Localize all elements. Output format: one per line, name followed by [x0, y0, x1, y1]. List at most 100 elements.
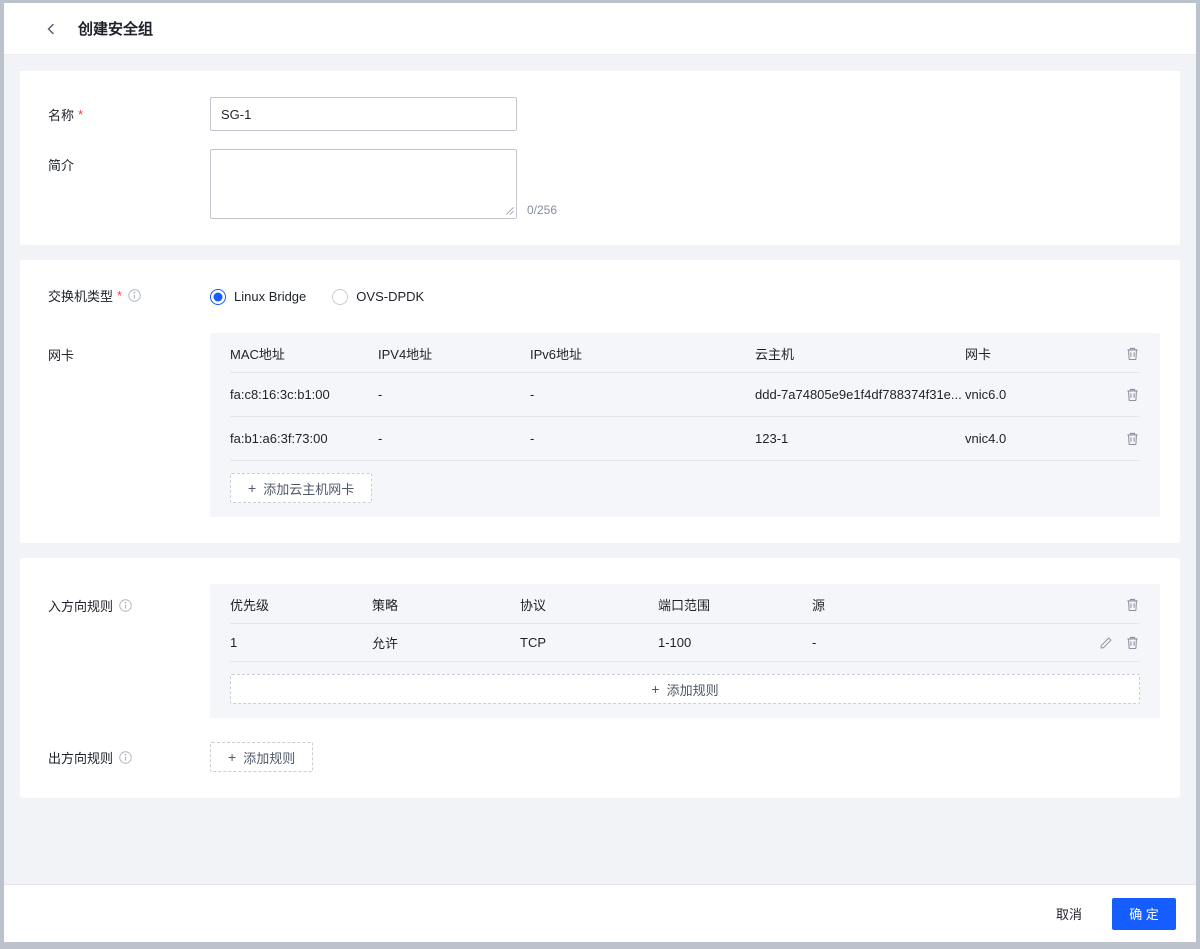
header-actions: [1080, 597, 1140, 612]
outbound-label-group: 出方向规则: [48, 748, 210, 767]
name-field-row: 名称 *: [48, 97, 1160, 131]
page-header: 创建安全组: [4, 3, 1196, 55]
outbound-rules-row: 出方向规则 + 添加规则: [48, 742, 1160, 772]
add-rule-label: 添加规则: [243, 750, 296, 766]
description-field-row: 简介 0/256: [48, 149, 1160, 219]
nic-cell: vnic6.0: [965, 387, 1007, 402]
info-icon: [119, 599, 132, 612]
description-label: 简介: [48, 158, 75, 173]
delete-row-button[interactable]: [1125, 431, 1140, 446]
policy-cell: 允许: [372, 636, 399, 651]
ipv6-cell: -: [530, 431, 535, 446]
plus-icon: +: [651, 681, 660, 697]
pencil-icon: [1100, 637, 1112, 649]
delete-rule-button[interactable]: [1125, 635, 1140, 650]
rules-panel: 入方向规则 优先级 策略 协议 端口范围 源 1 允许 TCP 1-100 - …: [20, 558, 1180, 798]
column-header: 协议: [520, 598, 547, 613]
switch-type-radio-group: Linux Bridge OVS-DPDK: [210, 287, 424, 305]
protocol-cell: TCP: [520, 635, 546, 650]
mac-cell: fa:b1:a6:3f:73:00: [230, 431, 328, 446]
table-row: fa:b1:a6:3f:73:00 - - 123-1 vnic4.0: [230, 417, 1140, 461]
radio-ovs-dpdk[interactable]: OVS-DPDK: [332, 288, 425, 305]
column-header: 策略: [372, 598, 399, 613]
nic-table-header: MAC地址 IPV4地址 IPv6地址 云主机 网卡: [230, 335, 1140, 373]
nic-cell: vnic4.0: [965, 431, 1007, 446]
row-actions: [1110, 387, 1140, 402]
radio-icon: [210, 288, 226, 305]
nic-label: 网卡: [48, 348, 75, 363]
network-panel: 交换机类型 * Linux Bridge OVS-DPDK 网卡 MAC地址 I…: [20, 260, 1180, 543]
radio-icon: [332, 288, 349, 305]
column-header: MAC地址: [230, 347, 285, 362]
column-header: 优先级: [230, 598, 270, 613]
add-rule-label: 添加规则: [666, 682, 719, 698]
inbound-rules-label: 入方向规则: [48, 599, 114, 614]
name-label-group: 名称 *: [48, 105, 210, 124]
row-actions: [1110, 431, 1140, 446]
name-label: 名称: [48, 107, 75, 123]
column-header: 云主机: [755, 347, 795, 362]
inbound-rules-row: 入方向规则 优先级 策略 协议 端口范围 源 1 允许 TCP 1-100 - …: [48, 584, 1160, 718]
radio-label: OVS-DPDK: [356, 289, 425, 304]
info-icon: [119, 750, 132, 764]
chevron-left-icon: [47, 23, 54, 34]
port-range-cell: 1-100: [658, 635, 692, 650]
trash-icon: [1127, 388, 1138, 402]
trash-icon: [1127, 598, 1138, 612]
column-header: IPv6地址: [530, 347, 583, 362]
page-title: 创建安全组: [78, 21, 154, 38]
inbound-label-group: 入方向规则: [48, 584, 210, 615]
column-header: 端口范围: [658, 598, 711, 613]
outbound-rules-label: 出方向规则: [48, 750, 114, 766]
radio-linux-bridge[interactable]: Linux Bridge: [210, 288, 307, 305]
ipv4-cell: -: [378, 387, 383, 402]
char-counter: 0/256: [527, 203, 558, 217]
delete-row-button[interactable]: [1125, 387, 1140, 402]
plus-icon: +: [248, 480, 257, 496]
rules-table-header: 优先级 策略 协议 端口范围 源: [230, 586, 1140, 624]
confirm-button[interactable]: 确 定: [1112, 897, 1176, 930]
ipv4-cell: -: [378, 431, 383, 446]
cancel-button[interactable]: 取消: [1052, 898, 1086, 929]
trash-icon: [1127, 636, 1138, 650]
table-row: fa:c8:16:3c:b1:00 - - ddd-7a74805e9e1f4d…: [230, 373, 1140, 417]
description-label-group: 简介: [48, 149, 210, 174]
required-asterisk: *: [78, 106, 84, 122]
add-nic-button[interactable]: + 添加云主机网卡: [230, 473, 373, 503]
required-asterisk: *: [117, 288, 123, 303]
back-button[interactable]: [40, 18, 62, 40]
add-inbound-rule-button[interactable]: + 添加规则: [230, 674, 1140, 704]
info-icon: [128, 289, 141, 302]
nic-row: 网卡 MAC地址 IPV4地址 IPv6地址 云主机 网卡 fa:c8:16:3…: [48, 333, 1160, 517]
description-textarea-wrap: 0/256: [210, 149, 557, 219]
priority-cell: 1: [230, 635, 238, 650]
plus-icon: +: [228, 749, 237, 765]
switch-type-label: 交换机类型: [48, 289, 114, 304]
name-input[interactable]: [210, 97, 517, 131]
mac-cell: fa:c8:16:3c:b1:00: [230, 387, 330, 402]
edit-rule-button[interactable]: [1099, 636, 1113, 650]
description-textarea[interactable]: [210, 149, 517, 219]
column-header: IPV4地址: [378, 347, 433, 362]
delete-all-nic-button[interactable]: [1125, 346, 1140, 361]
nic-label-group: 网卡: [48, 333, 210, 364]
basic-info-panel: 名称 * 简介 0/256: [20, 71, 1180, 245]
switch-type-row: 交换机类型 * Linux Bridge OVS-DPDK: [48, 286, 1160, 305]
table-row: 1 允许 TCP 1-100 -: [230, 624, 1140, 662]
ipv6-cell: -: [530, 387, 535, 402]
switch-type-label-group: 交换机类型 *: [48, 286, 210, 305]
radio-label: Linux Bridge: [234, 289, 307, 304]
add-nic-label: 添加云主机网卡: [263, 481, 355, 497]
nic-table: MAC地址 IPV4地址 IPv6地址 云主机 网卡 fa:c8:16:3c:b…: [210, 333, 1160, 517]
host-cell: ddd-7a74805e9e1f4df788374f31e...: [755, 387, 962, 402]
column-header: 源: [812, 598, 826, 613]
header-actions: [1110, 346, 1140, 361]
column-header: 网卡: [965, 347, 992, 362]
add-outbound-rule-button[interactable]: + 添加规则: [210, 742, 314, 772]
delete-all-rules-button[interactable]: [1125, 597, 1140, 612]
source-cell: -: [812, 635, 817, 650]
trash-icon: [1127, 347, 1138, 361]
main-content: 名称 * 简介 0/256 交换机类型 *: [4, 55, 1196, 884]
inbound-rules-table: 优先级 策略 协议 端口范围 源 1 允许 TCP 1-100 - + 添加规则: [210, 584, 1160, 718]
page-footer: 取消 确 定: [4, 884, 1196, 942]
